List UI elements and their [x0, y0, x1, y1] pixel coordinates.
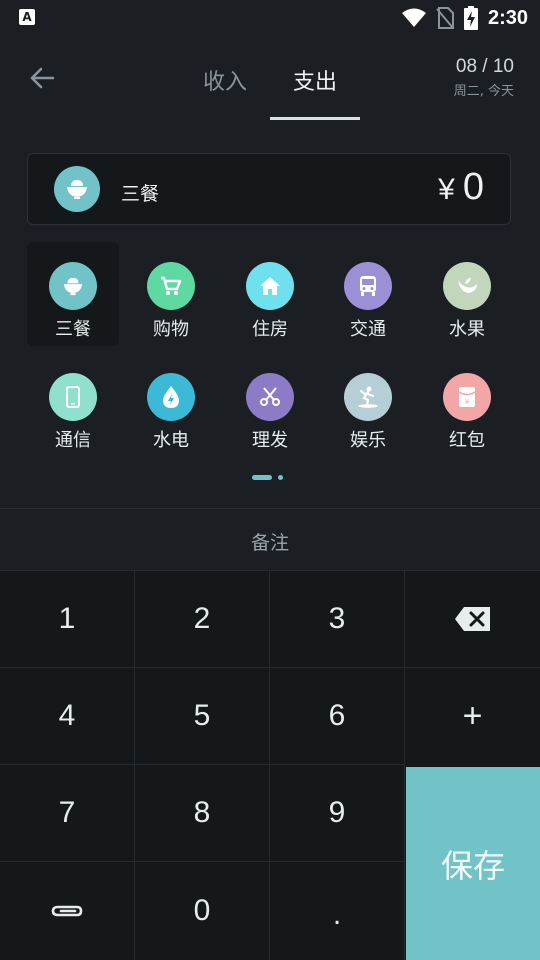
header: 收入 支出 08 / 10 周二, 今天	[0, 36, 540, 124]
key-5[interactable]: 5	[135, 667, 270, 764]
page-dot[interactable]	[278, 474, 283, 480]
category-fruit[interactable]: 水果	[421, 242, 513, 346]
amount-display: ¥0	[438, 166, 484, 209]
key-4[interactable]: 4	[0, 667, 135, 764]
category-label: 通信	[55, 430, 91, 451]
key-7[interactable]: 7	[0, 764, 135, 861]
category-haircut[interactable]: 理发	[224, 353, 316, 457]
cart-icon	[147, 262, 195, 310]
category-housing[interactable]: 住房	[224, 242, 316, 346]
key-2[interactable]: 2	[135, 570, 270, 667]
rice-bowl-icon	[54, 166, 100, 212]
date-picker[interactable]: 08 / 10 周二, 今天	[454, 56, 514, 99]
wifi-icon	[401, 8, 426, 27]
status-icons: 2:30	[401, 6, 528, 30]
key-9[interactable]: 9	[270, 764, 405, 861]
app-notification-icon: A	[19, 9, 35, 25]
key-0[interactable]: 0	[135, 861, 270, 960]
note-label: 备注	[250, 532, 289, 554]
category-label: 水果	[449, 319, 485, 340]
category-label: 交通	[350, 319, 386, 340]
scissors-icon	[246, 373, 294, 421]
status-bar: A 2:30	[0, 0, 540, 36]
category-transport[interactable]: 交通	[322, 242, 414, 346]
key-1[interactable]: 1	[0, 570, 135, 667]
key-6[interactable]: 6	[270, 667, 405, 764]
category-entertainment[interactable]: 娱乐	[322, 353, 414, 457]
category-shopping[interactable]: 购物	[125, 242, 217, 346]
key-8[interactable]: 8	[135, 764, 270, 861]
selected-category-label: 三餐	[121, 183, 160, 205]
attach-button[interactable]	[0, 861, 135, 960]
category-label: 理发	[252, 430, 288, 451]
key-decimal[interactable]: .	[270, 861, 405, 960]
category-meals[interactable]: 三餐	[27, 242, 119, 346]
key-3[interactable]: 3	[270, 570, 405, 667]
category-grid: 三餐 购物 住房 交通 水果 通信 水电 理发 娱乐 ¥ 红包	[24, 242, 516, 462]
backspace-icon	[454, 607, 490, 631]
category-label: 水电	[153, 430, 189, 451]
battery-charging-icon	[463, 6, 478, 30]
bus-icon	[344, 262, 392, 310]
date-value: 08 / 10	[455, 56, 514, 77]
note-field[interactable]: 备注	[0, 508, 540, 571]
tab-income[interactable]: 收入	[180, 64, 270, 96]
backspace-button[interactable]	[405, 570, 540, 667]
svg-text:¥: ¥	[465, 398, 470, 406]
amount-card: 三餐 ¥0	[27, 153, 511, 225]
tab-indicator	[270, 117, 360, 120]
house-icon	[246, 262, 294, 310]
fruit-icon	[443, 262, 491, 310]
keypad: 1 2 3 4 5 6 + 7 8 9 0 . 保存	[0, 570, 540, 960]
paperclip-icon	[51, 905, 83, 917]
page-dot-active	[252, 474, 272, 480]
arrow-left-icon	[30, 67, 55, 89]
category-utilities[interactable]: 水电	[125, 353, 217, 457]
currency-symbol: ¥	[438, 173, 455, 206]
page-indicator	[252, 474, 283, 480]
category-red-envelope[interactable]: ¥ 红包	[421, 353, 513, 457]
save-button[interactable]: 保存	[406, 767, 540, 960]
plus-button[interactable]: +	[405, 667, 540, 764]
phone-icon	[49, 373, 97, 421]
water-drop-icon	[147, 373, 195, 421]
rice-bowl-icon	[49, 262, 97, 310]
golf-icon	[344, 373, 392, 421]
category-label: 购物	[153, 319, 189, 340]
clock: 2:30	[487, 6, 528, 29]
category-label: 三餐	[55, 319, 91, 340]
red-envelope-icon: ¥	[443, 373, 491, 421]
back-button[interactable]	[22, 62, 62, 94]
date-weekday: 周二, 今天	[453, 84, 514, 99]
category-label: 住房	[252, 319, 288, 340]
tab-expense[interactable]: 支出	[270, 64, 360, 96]
no-sim-icon	[436, 7, 454, 29]
category-label: 娱乐	[350, 430, 386, 451]
amount-value: 0	[462, 166, 484, 208]
category-telecom[interactable]: 通信	[27, 353, 119, 457]
category-label: 红包	[449, 430, 485, 451]
